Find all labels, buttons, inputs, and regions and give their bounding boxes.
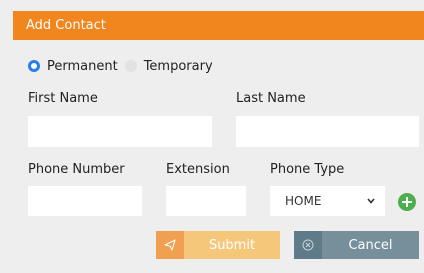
address-type-radio-group: Permanent Temporary xyxy=(28,57,213,75)
add-contact-dialog: Add Contact Permanent Temporary First Na… xyxy=(0,0,424,273)
phone-type-select[interactable]: HOME xyxy=(270,186,385,216)
extension-label: Extension xyxy=(166,162,230,177)
radio-temporary-label[interactable]: Temporary xyxy=(144,59,213,74)
radio-permanent[interactable] xyxy=(28,60,40,72)
phone-type-selected-value: HOME xyxy=(285,194,322,208)
dialog-title: Add Contact xyxy=(13,11,424,40)
cancel-circle-icon xyxy=(294,231,322,259)
last-name-label: Last Name xyxy=(236,91,306,106)
extension-input[interactable] xyxy=(166,186,246,216)
phone-number-label: Phone Number xyxy=(28,162,125,177)
submit-button[interactable]: Submit xyxy=(156,231,280,259)
first-name-label: First Name xyxy=(28,91,98,106)
submit-label: Submit xyxy=(184,231,280,259)
cancel-button[interactable]: Cancel xyxy=(294,231,419,259)
last-name-input[interactable] xyxy=(236,116,419,147)
cancel-label: Cancel xyxy=(322,231,419,259)
radio-permanent-label[interactable]: Permanent xyxy=(47,59,118,74)
first-name-input[interactable] xyxy=(28,116,212,147)
send-icon xyxy=(156,231,184,259)
chevron-down-icon xyxy=(367,198,375,204)
add-phone-button[interactable] xyxy=(398,193,416,211)
phone-type-label: Phone Type xyxy=(270,162,345,177)
phone-number-input[interactable] xyxy=(28,186,142,216)
radio-temporary[interactable] xyxy=(124,60,137,72)
